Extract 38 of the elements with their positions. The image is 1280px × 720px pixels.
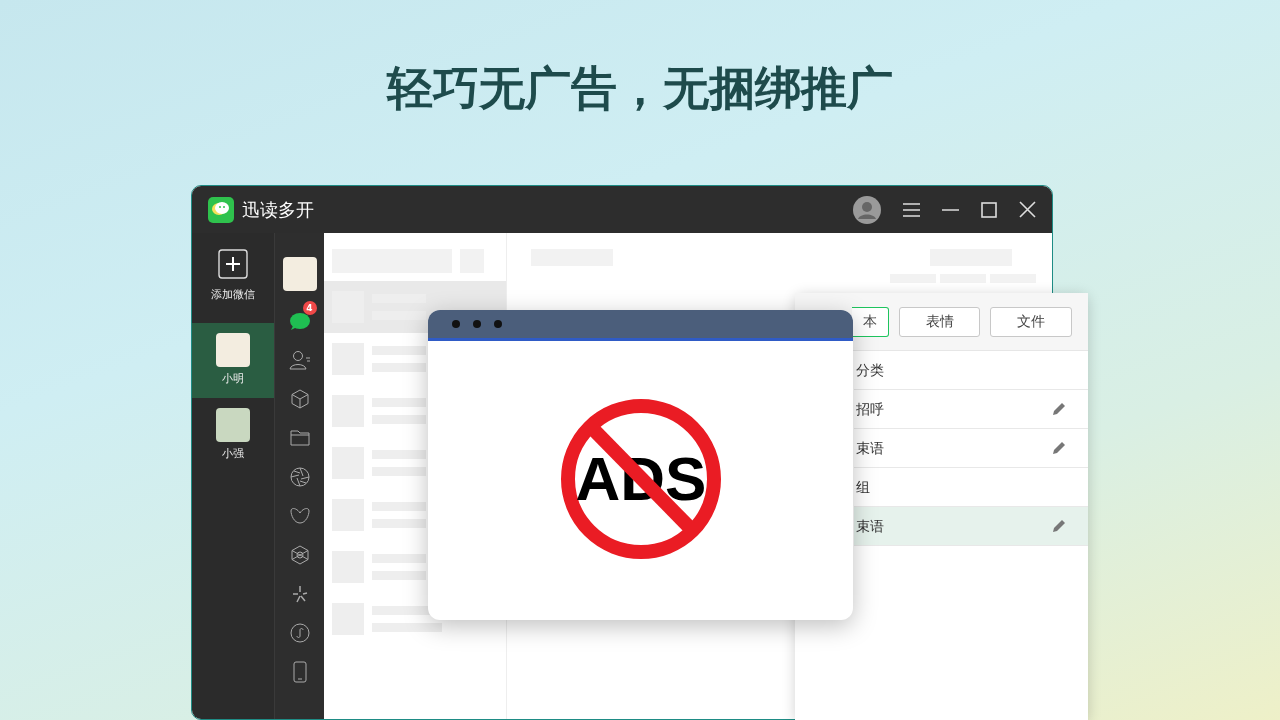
reply-category-row[interactable]: 束语	[854, 507, 1088, 546]
user-avatar-icon[interactable]	[853, 195, 881, 224]
category-label: 组	[856, 477, 870, 497]
folder-icon[interactable]	[288, 427, 311, 449]
avatar-picture	[216, 333, 250, 368]
aperture-icon[interactable]	[288, 466, 311, 488]
reply-tab[interactable]: 表情	[898, 306, 981, 337]
account-name: 小强	[222, 446, 244, 463]
headline: 轻巧无广告，无捆绑推广	[385, 60, 894, 117]
avatar-picture	[216, 408, 250, 443]
avatar-picture	[282, 257, 317, 291]
reply-tab[interactable]: 文件	[990, 306, 1072, 337]
cube-icon[interactable]	[288, 388, 311, 410]
app-logo-icon	[208, 196, 234, 223]
category-label: 招呼	[856, 399, 884, 419]
pencil-icon[interactable]	[1052, 402, 1066, 416]
close-icon[interactable]	[1019, 201, 1036, 218]
category-label: 束语	[856, 438, 884, 458]
account-item[interactable]: 小明	[192, 323, 274, 398]
category-label: 束语	[856, 516, 884, 536]
window-title: 迅读多开	[242, 198, 314, 222]
reply-category-row[interactable]: 招呼	[854, 390, 1088, 429]
add-account-label: 添加微信	[211, 287, 255, 303]
reply-category-row[interactable]: 束语	[854, 429, 1088, 468]
reply-category-row[interactable]: 分类	[854, 351, 1088, 390]
add-icon[interactable]	[218, 249, 248, 279]
pencil-icon[interactable]	[1052, 441, 1066, 455]
account-item[interactable]: 小强	[192, 398, 274, 473]
link-circle-icon[interactable]	[288, 622, 311, 644]
maximize-icon[interactable]	[981, 201, 997, 218]
pencil-icon[interactable]	[1052, 519, 1066, 533]
unread-badge: 4	[302, 301, 317, 315]
menu-icon[interactable]	[903, 202, 920, 217]
category-label: 分类	[856, 360, 884, 380]
account-name: 小明	[222, 371, 244, 388]
minimize-icon[interactable]	[942, 208, 959, 211]
reply-tab[interactable]: 本	[852, 306, 889, 337]
contacts-icon[interactable]	[288, 349, 311, 371]
